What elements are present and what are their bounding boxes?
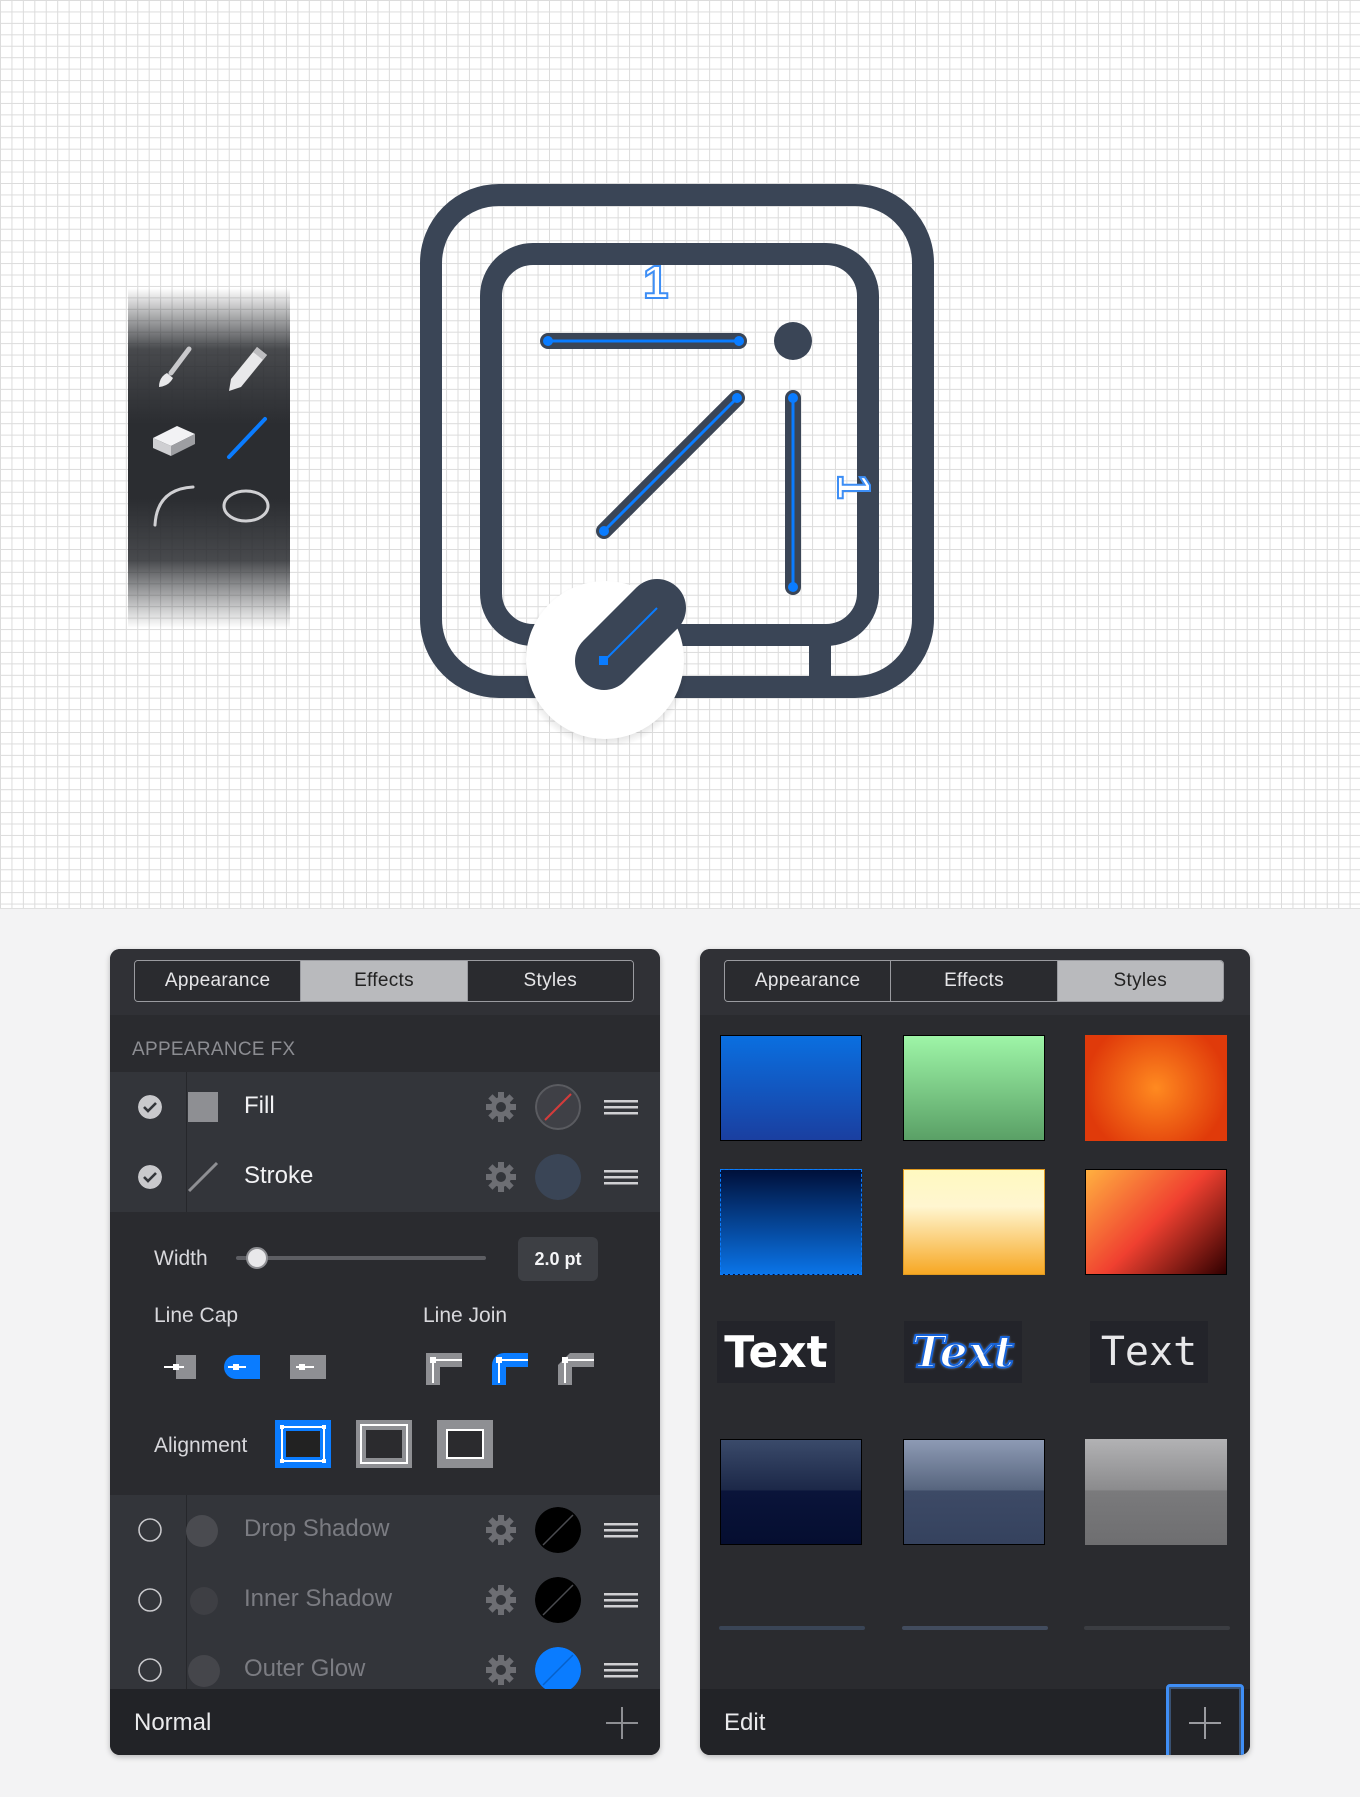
align-inside-button[interactable] xyxy=(275,1420,331,1468)
style-orange-radial[interactable] xyxy=(1085,1035,1227,1141)
align-outside-button[interactable] xyxy=(437,1420,493,1468)
glow-color-swatch[interactable] xyxy=(535,1647,581,1693)
add-style-button[interactable] xyxy=(1166,1684,1244,1755)
checkmark-icon[interactable] xyxy=(138,1165,162,1189)
drop-shadow-icon xyxy=(186,1515,218,1547)
styles-panel: Appearance Effects Styles Text Text Text… xyxy=(700,949,1250,1755)
align-center-button[interactable] xyxy=(356,1420,412,1468)
style-green-gradient[interactable] xyxy=(903,1035,1045,1141)
fill-icon xyxy=(188,1092,218,1122)
fx-row-stroke[interactable]: Stroke xyxy=(110,1142,660,1213)
tab-effects[interactable]: Effects xyxy=(301,961,468,1001)
spacing-label-top: 1 xyxy=(643,256,669,308)
text-style-mono[interactable]: Text xyxy=(1090,1321,1208,1383)
edit-button[interactable]: Edit xyxy=(724,1709,765,1737)
spacing-label-side: 1 xyxy=(828,474,880,500)
drag-handle-icon[interactable] xyxy=(604,1170,638,1186)
line-cap-label: Line Cap xyxy=(154,1304,239,1327)
style-line-gray[interactable] xyxy=(1084,1626,1230,1630)
tab-styles[interactable]: Styles xyxy=(1057,961,1223,1001)
row-divider xyxy=(186,1072,187,1142)
drag-handle-icon[interactable] xyxy=(604,1593,638,1609)
alignment-label: Alignment xyxy=(154,1434,248,1457)
width-slider[interactable] xyxy=(236,1256,486,1260)
stroke-settings: Width 2.0 pt Line Cap Line Join Alignmen… xyxy=(110,1212,660,1495)
fx-row-drop-shadow[interactable]: Drop Shadow xyxy=(110,1495,660,1566)
unchecked-circle-icon[interactable] xyxy=(138,1518,162,1542)
drag-handle-icon[interactable] xyxy=(604,1663,638,1679)
checkmark-icon[interactable] xyxy=(138,1095,162,1119)
fx-label-stroke: Stroke xyxy=(244,1162,314,1189)
text-style-outlined[interactable]: Text xyxy=(904,1321,1022,1383)
stroke-icon xyxy=(187,1161,219,1193)
unchecked-circle-icon[interactable] xyxy=(138,1588,162,1612)
width-slider-knob[interactable] xyxy=(246,1247,268,1269)
cap-round-button[interactable] xyxy=(220,1345,264,1389)
tab-styles[interactable]: Styles xyxy=(467,961,633,1001)
gear-icon[interactable] xyxy=(484,1090,518,1124)
gear-icon[interactable] xyxy=(484,1513,518,1547)
panel-tabs: Appearance Effects Styles xyxy=(134,960,634,1002)
row-divider xyxy=(186,1565,187,1635)
join-bevel-button[interactable] xyxy=(554,1345,598,1389)
arc-tool-icon[interactable] xyxy=(144,476,204,536)
tab-appearance[interactable]: Appearance xyxy=(725,961,892,1001)
width-label: Width xyxy=(154,1247,208,1270)
tab-effects[interactable]: Effects xyxy=(891,961,1058,1001)
cap-square-button[interactable] xyxy=(286,1345,330,1389)
paintbrush-icon[interactable] xyxy=(144,338,204,398)
style-cream-gold-gradient[interactable] xyxy=(903,1169,1045,1275)
eraser-icon[interactable] xyxy=(144,408,204,468)
tool-palette xyxy=(128,288,290,628)
section-title: APPEARANCE FX xyxy=(132,1039,296,1060)
tab-appearance[interactable]: Appearance xyxy=(135,961,302,1001)
no-fill-swatch[interactable] xyxy=(535,1084,581,1130)
style-blue-gradient[interactable] xyxy=(720,1035,862,1141)
add-icon xyxy=(1189,1707,1221,1739)
style-line-dark[interactable] xyxy=(719,1626,865,1630)
fx-label-drop-shadow: Drop Shadow xyxy=(244,1515,390,1542)
join-miter-button[interactable] xyxy=(422,1345,466,1389)
unchecked-circle-icon[interactable] xyxy=(138,1658,162,1682)
fx-row-fill[interactable]: Fill xyxy=(110,1072,660,1143)
text-style-bold[interactable]: Text xyxy=(717,1321,835,1383)
round-cap-badge xyxy=(521,579,689,745)
fx-label-inner-shadow: Inner Shadow xyxy=(244,1585,393,1612)
line-tool-icon[interactable] xyxy=(216,408,276,468)
fx-label-outer-glow: Outer Glow xyxy=(244,1655,366,1682)
inner-shadow-color-swatch[interactable] xyxy=(535,1577,581,1623)
stroke-color-swatch[interactable] xyxy=(535,1154,581,1200)
style-deep-blue-gradient[interactable] xyxy=(720,1169,862,1275)
fx-row-inner-shadow[interactable]: Inner Shadow xyxy=(110,1565,660,1636)
style-slate-gloss[interactable] xyxy=(903,1439,1045,1545)
panel-tabs: Appearance Effects Styles xyxy=(724,960,1224,1002)
line-join-label: Line Join xyxy=(423,1304,508,1327)
ellipse-tool-icon[interactable] xyxy=(216,476,276,536)
drawing-canvas[interactable]: 1 1 xyxy=(0,0,1360,909)
add-icon[interactable] xyxy=(604,1705,640,1741)
gear-icon[interactable] xyxy=(484,1160,518,1194)
drag-handle-icon[interactable] xyxy=(604,1523,638,1539)
inner-shadow-icon xyxy=(190,1587,218,1615)
drag-handle-icon[interactable] xyxy=(604,1100,638,1116)
outer-glow-icon xyxy=(188,1655,220,1687)
fx-label-fill: Fill xyxy=(244,1092,275,1119)
panel-footer: Normal xyxy=(110,1689,660,1755)
pencil-icon[interactable] xyxy=(216,338,276,398)
gear-icon[interactable] xyxy=(484,1583,518,1617)
effects-panel: Appearance Effects Styles APPEARANCE FX … xyxy=(110,949,660,1755)
gear-icon[interactable] xyxy=(484,1653,518,1687)
shadow-color-swatch[interactable] xyxy=(535,1507,581,1553)
style-line-medium[interactable] xyxy=(902,1626,1048,1630)
style-gray-gloss[interactable] xyxy=(1085,1439,1227,1545)
style-navy-gloss[interactable] xyxy=(720,1439,862,1545)
cap-butt-button[interactable] xyxy=(158,1345,202,1389)
width-value-field[interactable]: 2.0 pt xyxy=(518,1237,598,1281)
blend-mode-button[interactable]: Normal xyxy=(134,1709,211,1737)
join-round-button[interactable] xyxy=(488,1345,532,1389)
style-red-black-gradient[interactable] xyxy=(1085,1169,1227,1275)
